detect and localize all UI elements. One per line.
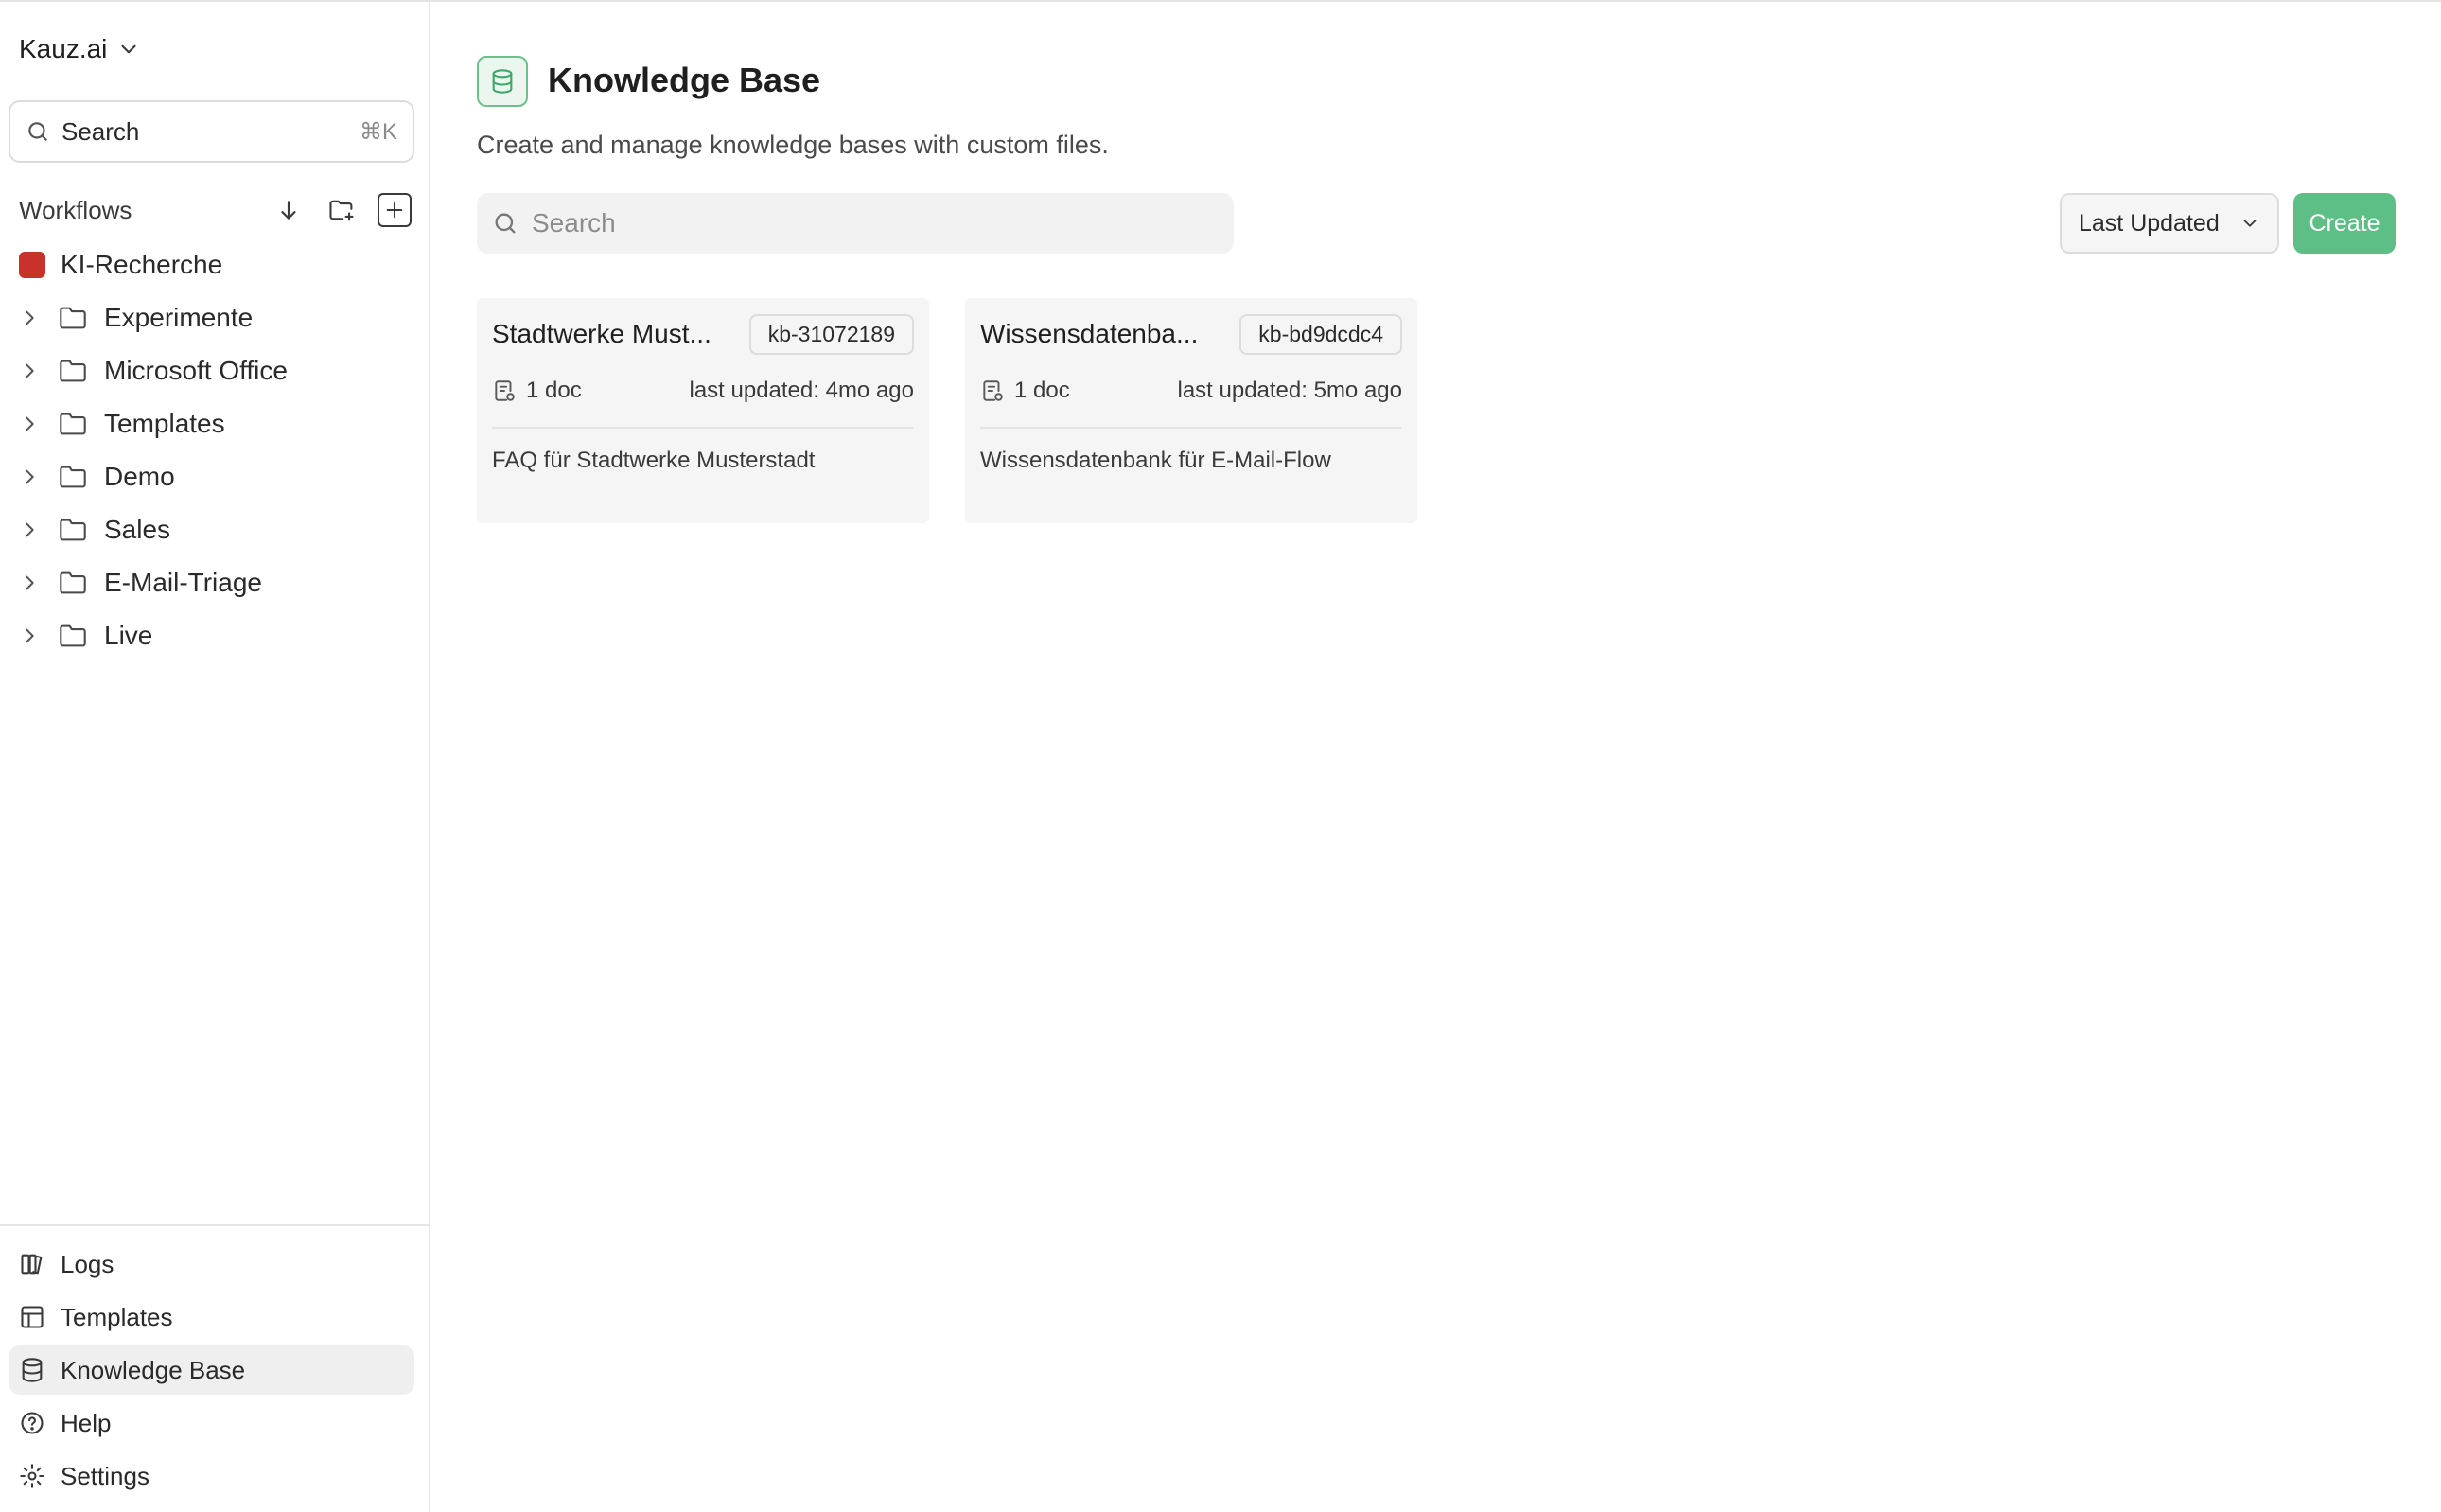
logs-icon [21, 1254, 43, 1275]
workflow-item-ki-recherche[interactable]: KI-Recherche [0, 238, 430, 291]
folder-item-sales[interactable]: Sales [0, 503, 430, 556]
search-input[interactable] [532, 208, 1219, 238]
search-icon [495, 213, 516, 234]
kb-last-updated: last updated: 4mo ago [689, 378, 914, 403]
sidebar: Kauz.ai Search ⌘K Workflows KI-Recherche… [0, 2, 430, 1512]
sidebar-bottom-nav: Logs Templates Knowledge Base Help Setti… [9, 1239, 414, 1504]
folder-icon [59, 465, 87, 489]
chevron-right-icon[interactable] [19, 308, 40, 328]
folder-label: Demo [104, 462, 175, 491]
nav-item-help[interactable]: Help [9, 1398, 414, 1448]
nav-label: Help [61, 1408, 112, 1437]
folder-label: Sales [104, 515, 171, 544]
kb-description: Wissensdatenbank für E-Mail-Flow [980, 448, 1331, 473]
chevron-right-icon[interactable] [19, 519, 40, 540]
nav-label: Settings [61, 1461, 149, 1490]
sidebar-search[interactable]: Search ⌘K [9, 100, 414, 163]
search-icon [28, 122, 47, 141]
knowledge-base-logo [477, 56, 528, 107]
nav-label: Knowledge Base [61, 1355, 246, 1384]
folder-icon [59, 412, 87, 436]
folder-icon [59, 571, 87, 595]
database-icon [22, 1358, 43, 1382]
sort-down-button[interactable] [272, 193, 306, 227]
chevron-right-icon[interactable] [19, 413, 40, 434]
nav-label: Templates [61, 1302, 173, 1331]
workflows-title: Workflows [19, 195, 132, 224]
app-window: Kauz.ai Search ⌘K Workflows KI-Recherche… [0, 0, 2441, 1512]
card-divider [980, 427, 1402, 429]
main-content: Knowledge Base Create and manage knowled… [432, 2, 2441, 1512]
sidebar-divider [0, 1224, 430, 1226]
database-icon [492, 69, 513, 94]
kb-name: Stadtwerke Must... [492, 319, 711, 348]
workflow-color-icon [19, 252, 45, 278]
folder-label: Templates [104, 409, 225, 438]
folder-item-live[interactable]: Live [0, 609, 430, 662]
add-workflow-button[interactable] [378, 193, 412, 227]
folder-icon [59, 306, 87, 330]
folder-item-microsoft-office[interactable]: Microsoft Office [0, 344, 430, 397]
folder-item-experimente[interactable]: Experimente [0, 291, 430, 344]
page-title: Knowledge Base [548, 61, 821, 99]
plus-icon [386, 202, 403, 219]
settings-icon [20, 1464, 44, 1488]
chevron-down-icon [2243, 220, 2257, 227]
workflow-label: KI-Recherche [61, 250, 223, 279]
nav-item-knowledge-base[interactable]: Knowledge Base [9, 1345, 414, 1395]
workflows-header: Workflows [19, 191, 412, 229]
document-icon [495, 380, 515, 401]
nav-item-templates[interactable]: Templates [9, 1292, 414, 1342]
sort-dropdown[interactable]: Last Updated [2060, 193, 2279, 254]
chevron-down-icon [121, 44, 136, 54]
knowledge-base-search[interactable] [477, 193, 1234, 254]
folder-plus-icon [329, 200, 354, 221]
folder-label: Live [104, 621, 153, 650]
kb-id-badge[interactable]: kb-31072189 [748, 313, 914, 355]
new-folder-button[interactable] [325, 193, 359, 227]
kb-doc-count: 1 doc [1014, 378, 1070, 403]
folder-item-demo[interactable]: Demo [0, 450, 430, 503]
sidebar-search-placeholder: Search [61, 116, 140, 146]
kb-name: Wissensdatenba... [980, 319, 1199, 348]
kb-last-updated: last updated: 5mo ago [1177, 378, 1402, 403]
help-icon [21, 1412, 44, 1434]
nav-item-logs[interactable]: Logs [9, 1239, 414, 1289]
document-icon [983, 380, 1003, 401]
folder-label: Microsoft Office [104, 356, 288, 385]
knowledge-base-card[interactable]: Wissensdatenba... kb-bd9dcdc4 1 doc last… [965, 298, 1417, 523]
folder-label: E-Mail-Triage [104, 568, 262, 597]
workspace-switcher[interactable]: Kauz.ai [19, 34, 141, 64]
folder-item-e-mail-triage[interactable]: E-Mail-Triage [0, 556, 430, 609]
workspace-name: Kauz.ai [19, 34, 108, 63]
kb-description: FAQ für Stadtwerke Musterstadt [492, 448, 816, 473]
templates-icon [21, 1306, 44, 1328]
kb-id-badge[interactable]: kb-bd9dcdc4 [1239, 313, 1402, 355]
card-divider [492, 427, 914, 429]
folder-icon [59, 624, 87, 648]
folder-item-templates[interactable]: Templates [0, 397, 430, 450]
search-shortcut: ⌘K [359, 118, 397, 145]
chevron-right-icon[interactable] [19, 466, 40, 487]
nav-label: Logs [61, 1249, 114, 1278]
chevron-right-icon[interactable] [19, 572, 40, 593]
chevron-right-icon[interactable] [19, 625, 40, 646]
chevron-right-icon[interactable] [19, 360, 40, 381]
arrow-down-icon [281, 201, 296, 220]
nav-item-settings[interactable]: Settings [9, 1451, 414, 1501]
kb-doc-count: 1 doc [526, 378, 582, 403]
workflow-list: KI-Recherche Experimente Microsoft Offic… [0, 238, 430, 662]
folder-icon [59, 518, 87, 542]
knowledge-base-card[interactable]: Stadtwerke Must... kb-31072189 1 doc las… [477, 298, 929, 523]
create-button[interactable]: Create [2293, 193, 2396, 254]
page-subtitle: Create and manage knowledge bases with c… [477, 131, 1109, 159]
folder-label: Experimente [104, 303, 254, 332]
folder-icon [59, 359, 87, 383]
sort-label: Last Updated [2079, 209, 2220, 237]
